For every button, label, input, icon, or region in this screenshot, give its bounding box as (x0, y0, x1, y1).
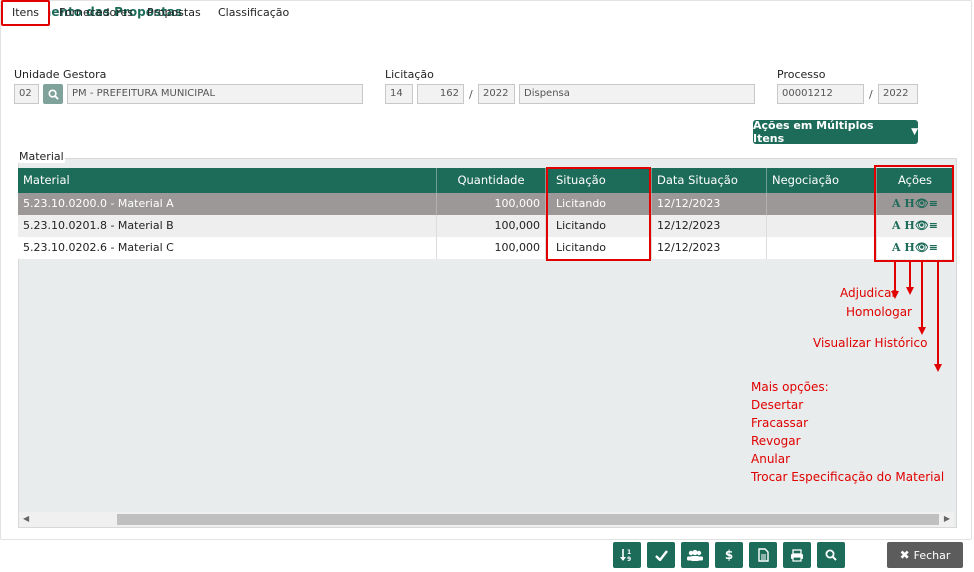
search-icon (825, 549, 837, 561)
annotation-mais-opcoes: Mais opções: (751, 380, 829, 394)
annotation-adjudicar: Adjudicar (840, 286, 897, 300)
users-icon (687, 549, 703, 561)
close-icon: ✖ (899, 548, 910, 562)
horizontal-scrollbar[interactable]: ◀ ▶ (19, 512, 954, 527)
print-icon (791, 548, 803, 562)
annotation-fracassar: Fracassar (751, 416, 809, 430)
confirm-button[interactable] (647, 542, 675, 568)
search-button[interactable] (817, 542, 845, 568)
dollar-button[interactable]: $ (715, 542, 743, 568)
scroll-left-icon[interactable]: ◀ (23, 514, 29, 523)
scroll-right-icon[interactable]: ▶ (944, 514, 950, 523)
annotation-visualizar: Visualizar Histórico (813, 336, 928, 350)
annotation-revogar: Revogar (751, 434, 801, 448)
document-button[interactable] (749, 542, 777, 568)
annotation-desertar: Desertar (751, 398, 804, 412)
close-button-label: Fechar (913, 548, 951, 562)
scrollbar-thumb[interactable] (117, 514, 939, 525)
annotation-arrows (891, 262, 942, 372)
annotation-anular: Anular (751, 452, 791, 466)
annotation-trocar: Trocar Especificação do Material (751, 470, 945, 484)
check-icon (654, 549, 668, 561)
annotation-homologar: Homologar (846, 305, 912, 319)
svg-text:1: 1 (627, 549, 631, 556)
sort-numeric-icon: 19 (620, 549, 631, 562)
dollar-icon: $ (724, 548, 734, 562)
svg-text:9: 9 (627, 556, 631, 562)
close-button[interactable]: ✖ Fechar (887, 542, 963, 568)
sort-numeric-button[interactable]: 19 (613, 542, 641, 568)
print-button[interactable] (783, 542, 811, 568)
users-button[interactable] (681, 542, 709, 568)
document-icon (757, 548, 769, 562)
